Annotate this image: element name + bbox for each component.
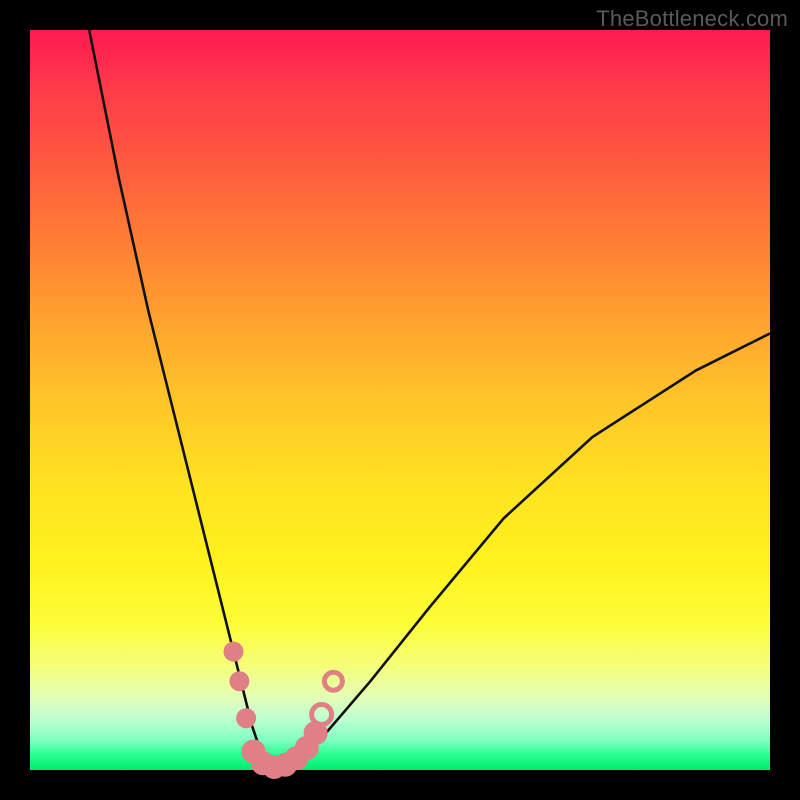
chart-svg (30, 30, 770, 770)
curve-markers (224, 642, 343, 779)
curve-marker (229, 671, 249, 691)
curve-marker (312, 705, 332, 725)
chart-frame: TheBottleneck.com (0, 0, 800, 800)
curve-marker (224, 642, 244, 662)
plot-area (30, 30, 770, 770)
curve-marker (236, 708, 256, 728)
bottleneck-curve (89, 30, 770, 770)
curve-marker (324, 672, 342, 690)
watermark-label: TheBottleneck.com (596, 6, 788, 32)
